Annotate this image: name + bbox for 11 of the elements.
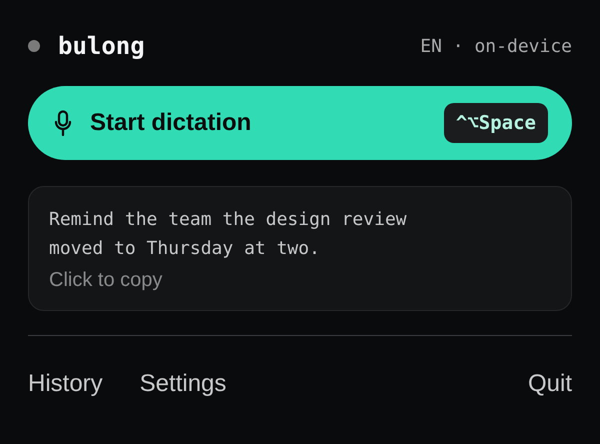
- app-name: bulong: [58, 32, 145, 60]
- shortcut-badge: ^⌥Space: [444, 103, 548, 143]
- transcript-card[interactable]: Remind the team the design review moved to Thursday at two. Click to copy: [28, 186, 572, 311]
- language-status: EN · on-device: [420, 36, 572, 56]
- microphone-icon: [54, 110, 72, 136]
- transcript-text: Remind the team the design review moved to Thursday at two.: [49, 208, 408, 261]
- copy-hint: Click to copy: [49, 269, 164, 292]
- dictation-button[interactable]: Start dictation ^⌥Space: [28, 86, 572, 160]
- footer-link[interactable]: Quit: [528, 370, 572, 398]
- footer-link[interactable]: History: [28, 370, 103, 398]
- footer-link[interactable]: Settings: [140, 370, 226, 398]
